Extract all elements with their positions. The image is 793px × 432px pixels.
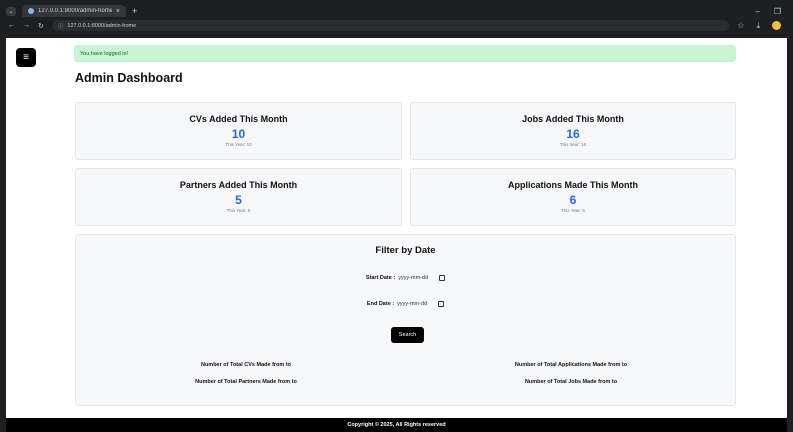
- card-title: Partners Added This Month: [179, 180, 298, 190]
- total-applications-stat: Number of Total Applications Made from t…: [514, 362, 628, 368]
- card-subtitle: This Year: 10: [225, 142, 252, 147]
- close-tab-icon[interactable]: ×: [116, 8, 120, 15]
- calendar-icon[interactable]: [438, 301, 445, 307]
- downloads-icon[interactable]: ⤓: [756, 21, 760, 31]
- card-value: 10: [231, 127, 246, 141]
- site-info-icon[interactable]: ⓘ: [58, 22, 64, 30]
- window-controls: – ❐: [755, 7, 787, 16]
- partners-card: Partners Added This Month 5 This Year: 5: [75, 168, 402, 226]
- reload-icon[interactable]: ↻: [38, 22, 44, 30]
- search-button[interactable]: Search: [391, 327, 424, 343]
- card-title: CVs Added This Month: [189, 114, 288, 124]
- calendar-icon[interactable]: [439, 275, 446, 281]
- filter-by-date-panel: Filter by Date Start Date : yyyy-mm-dd E…: [75, 234, 736, 406]
- new-tab-button[interactable]: +: [132, 6, 137, 16]
- bookmark-star-icon[interactable]: ☆: [737, 21, 744, 31]
- profile-avatar-icon[interactable]: [772, 20, 781, 30]
- copyright-text: Copyright © 2025, All Rights reserved: [347, 422, 446, 428]
- start-date-row: Start Date : yyyy-mm-dd: [76, 275, 735, 281]
- forward-icon[interactable]: →: [23, 22, 30, 29]
- card-title: Applications Made This Month: [508, 180, 638, 190]
- card-value: 16: [566, 127, 580, 141]
- start-date-label: Start Date :: [365, 275, 396, 281]
- login-success-alert: You have logged in!: [74, 45, 736, 62]
- card-value: 5: [235, 193, 242, 207]
- restore-icon[interactable]: ❐: [774, 7, 781, 16]
- total-cvs-stat: Number of Total CVs Made from to: [200, 362, 292, 368]
- cvs-card: CVs Added This Month 10 This Year: 10: [75, 102, 402, 160]
- page-title: Admin Dashboard: [75, 71, 183, 85]
- card-title: Jobs Added This Month: [522, 114, 624, 124]
- favicon-icon: [28, 8, 34, 14]
- start-date-input[interactable]: yyyy-mm-dd: [398, 275, 428, 281]
- end-date-row: End Date : yyyy-mm-dd: [76, 301, 735, 307]
- browser-tab[interactable]: 127.0.0.1:8000/admin-home ×: [22, 5, 126, 17]
- alert-text: You have logged in!: [80, 50, 129, 57]
- end-date-label: End Date :: [366, 301, 395, 307]
- toolbar: ← → ↻ ⓘ 127.0.0.1:8000/admin-home ☆ ⤓: [6, 18, 787, 33]
- address-text: 127.0.0.1:8000/admin-home: [67, 22, 137, 29]
- jobs-card: Jobs Added This Month 16 This Year: 16: [410, 102, 736, 160]
- back-icon[interactable]: ←: [8, 22, 15, 29]
- applications-card: Applications Made This Month 6 This Year…: [410, 168, 736, 226]
- total-partners-stat: Number of Total Partners Made from to: [195, 379, 297, 385]
- card-value: 6: [569, 193, 577, 207]
- tab-strip: ⌄ 127.0.0.1:8000/admin-home × + – ❐: [6, 4, 787, 18]
- end-date-input[interactable]: yyyy-mm-dd: [397, 301, 427, 307]
- address-bar[interactable]: ⓘ 127.0.0.1:8000/admin-home: [51, 20, 730, 31]
- tab-title: 127.0.0.1:8000/admin-home: [38, 8, 112, 14]
- total-jobs-stat: Number of Total Jobs Made from to: [524, 379, 618, 385]
- filter-title: Filter by Date: [375, 245, 436, 256]
- hamburger-menu-button[interactable]: ≡: [16, 48, 36, 67]
- card-subtitle: This Year: 5: [226, 208, 251, 213]
- page-viewport: ≡ You have logged in! Admin Dashboard CV…: [6, 38, 787, 432]
- card-subtitle: This Year: 6: [561, 208, 585, 213]
- tab-search-icon[interactable]: ⌄: [6, 6, 16, 16]
- footer: Copyright © 2025, All Rights reserved: [6, 418, 787, 432]
- card-subtitle: This Year: 16: [559, 142, 587, 147]
- minimize-icon[interactable]: –: [755, 7, 759, 16]
